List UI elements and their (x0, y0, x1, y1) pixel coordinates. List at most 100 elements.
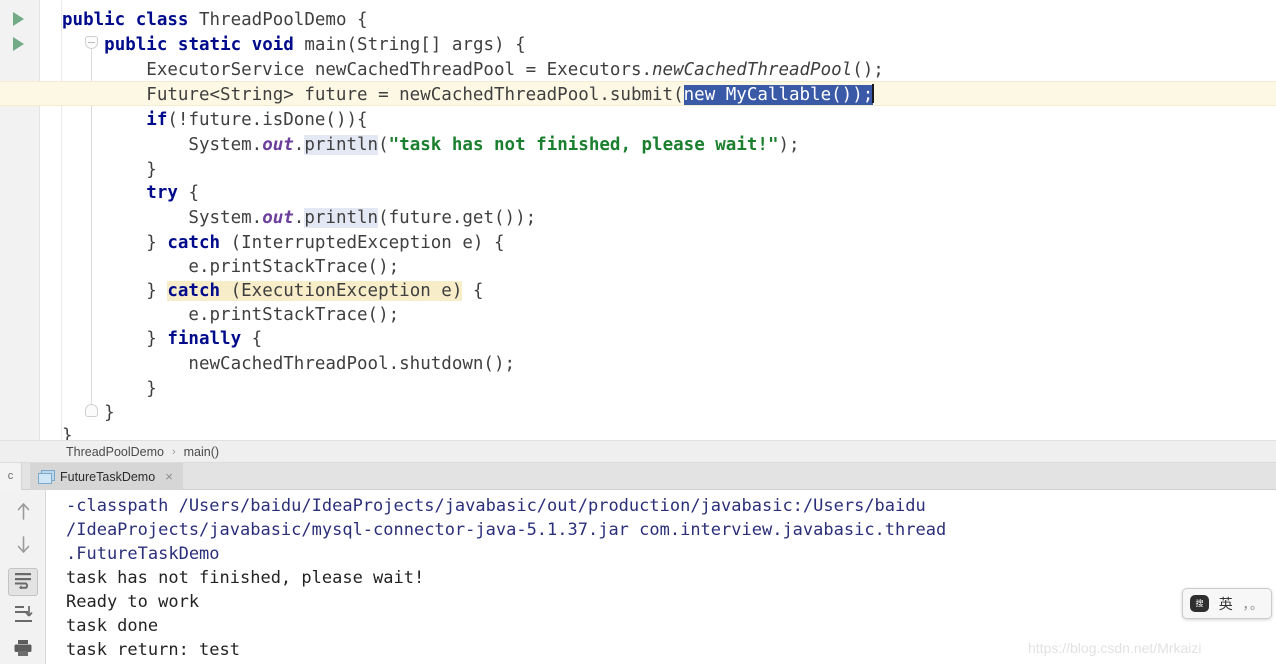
code-token: System. (62, 135, 263, 155)
console-line: task has not finished, please wait! (66, 568, 425, 588)
watermark: https://blog.csdn.net/Mrkaizi (1028, 640, 1202, 656)
code-token: } (62, 160, 157, 180)
code-line[interactable]: } catch (InterruptedException e) { (62, 231, 504, 256)
code-line[interactable]: e.printStackTrace(); (62, 255, 399, 280)
console-line: .FutureTaskDemo (66, 544, 220, 564)
scroll-down-button[interactable] (8, 532, 38, 560)
code-line[interactable]: newCachedThreadPool.shutdown(); (62, 352, 515, 377)
code-token: e.printStackTrace(); (62, 305, 400, 325)
code-token: (); (852, 60, 884, 80)
soft-wrap-button[interactable] (8, 568, 38, 596)
console-tab-futuretaskdemo[interactable]: FutureTaskDemo × (30, 463, 183, 490)
code-token: out (262, 208, 294, 228)
scroll-up-button[interactable] (8, 498, 38, 526)
code-token: ( (378, 135, 389, 155)
ime-language-mode[interactable]: 英 (1209, 594, 1242, 614)
code-token: (ExecutionException e) (220, 281, 463, 301)
code-token: } (62, 426, 73, 440)
console-output[interactable]: -classpath /Users/baidu/IdeaProjects/jav… (46, 490, 1276, 664)
arrow-down-icon (17, 536, 29, 553)
breadcrumb-class[interactable]: ThreadPoolDemo (66, 445, 164, 459)
arrow-up-icon (17, 503, 29, 520)
input-method-bar[interactable]: 搜 英 ，。 (1182, 588, 1272, 619)
code-token: newCachedThreadPool.shutdown(); (62, 354, 516, 374)
console-line: /IdeaProjects/javabasic/mysql-connector-… (66, 520, 947, 540)
run-main-marker-icon[interactable] (13, 37, 24, 51)
breadcrumb-method[interactable]: main() (184, 445, 219, 459)
code-folding-strip[interactable] (40, 0, 98, 440)
code-line[interactable]: } (62, 158, 157, 183)
run-class-marker-icon[interactable] (13, 12, 24, 26)
code-token: println (304, 208, 379, 228)
code-token: ); (778, 135, 800, 155)
code-token: void (251, 35, 294, 55)
code-line[interactable]: } catch (ExecutionException e) { (62, 279, 483, 304)
code-line[interactable]: public class ThreadPoolDemo { (62, 8, 368, 33)
code-token: public (62, 10, 126, 30)
code-line[interactable]: if(!future.isDone()){ (62, 108, 368, 133)
code-token: if (146, 110, 168, 130)
code-token: new MyCallable()); (683, 85, 874, 105)
code-token: } (62, 233, 168, 253)
code-token: } (62, 379, 157, 399)
code-token: { (241, 329, 263, 349)
code-line[interactable]: } finally { (62, 327, 262, 352)
code-line[interactable]: System.out.println(future.get()); (62, 206, 536, 231)
code-token: . (293, 135, 305, 155)
code-token: static (177, 35, 242, 55)
code-token: public (104, 35, 168, 55)
code-editor[interactable]: public class ThreadPoolDemo { public sta… (0, 0, 1276, 440)
code-token: } (62, 281, 168, 301)
code-line[interactable]: } (62, 377, 157, 402)
ide-window: public class ThreadPoolDemo { public sta… (0, 0, 1276, 664)
code-token: println (304, 135, 379, 155)
code-token: finally (167, 329, 242, 349)
soft-wrap-icon (14, 573, 31, 589)
close-icon[interactable]: × (165, 469, 173, 484)
code-token: . (293, 208, 305, 228)
code-token: (!future.isDone()){ (167, 110, 368, 130)
code-token: { (462, 281, 484, 301)
code-line[interactable]: ExecutorService newCachedThreadPool = Ex… (62, 58, 884, 83)
ime-punctuation-toggle[interactable]: ，。 (1242, 594, 1264, 613)
code-token: ThreadPoolDemo { (188, 10, 368, 30)
run-console-panel: c FutureTaskDemo × -classpath /Users/bai… (0, 463, 1276, 664)
code-line[interactable]: System.out.println("task has not finishe… (62, 133, 800, 158)
code-token: System. (62, 208, 263, 228)
tool-window-stub[interactable]: c (0, 463, 22, 490)
breadcrumb[interactable]: ThreadPoolDemo › main() (0, 440, 1276, 463)
code-text-area[interactable]: public class ThreadPoolDemo { public sta… (0, 0, 1276, 440)
code-token: (future.get()); (378, 208, 537, 228)
code-token: Future<String> future = newCachedThreadP… (62, 85, 684, 105)
scroll-to-end-button[interactable] (8, 602, 38, 630)
code-token: out (262, 135, 294, 155)
code-token: e.printStackTrace(); (62, 257, 400, 277)
editor-gutter[interactable] (0, 0, 40, 440)
code-line[interactable]: public static void main(String[] args) { (62, 33, 525, 58)
code-token: } (62, 403, 115, 423)
console-window-icon (38, 470, 55, 484)
console-line: task done (66, 616, 159, 636)
console-tab-bar: c FutureTaskDemo × (0, 463, 1276, 490)
code-line[interactable]: e.printStackTrace(); (62, 303, 399, 328)
printer-icon (14, 640, 32, 656)
console-tab-label: FutureTaskDemo (60, 469, 156, 484)
console-line: Ready to work (66, 592, 200, 612)
code-line[interactable]: } (62, 424, 73, 440)
code-line[interactable]: Future<String> future = newCachedThreadP… (62, 83, 875, 108)
text-caret (872, 84, 875, 103)
print-button[interactable] (8, 636, 38, 664)
code-token: ExecutorService newCachedThreadPool = Ex… (62, 60, 653, 80)
code-token: catch (167, 233, 221, 253)
scroll-to-end-icon (14, 606, 33, 622)
code-token: } (62, 329, 168, 349)
code-line[interactable]: try { (62, 181, 199, 206)
ime-logo-icon[interactable]: 搜 (1190, 595, 1209, 612)
code-line[interactable]: } (62, 401, 115, 426)
